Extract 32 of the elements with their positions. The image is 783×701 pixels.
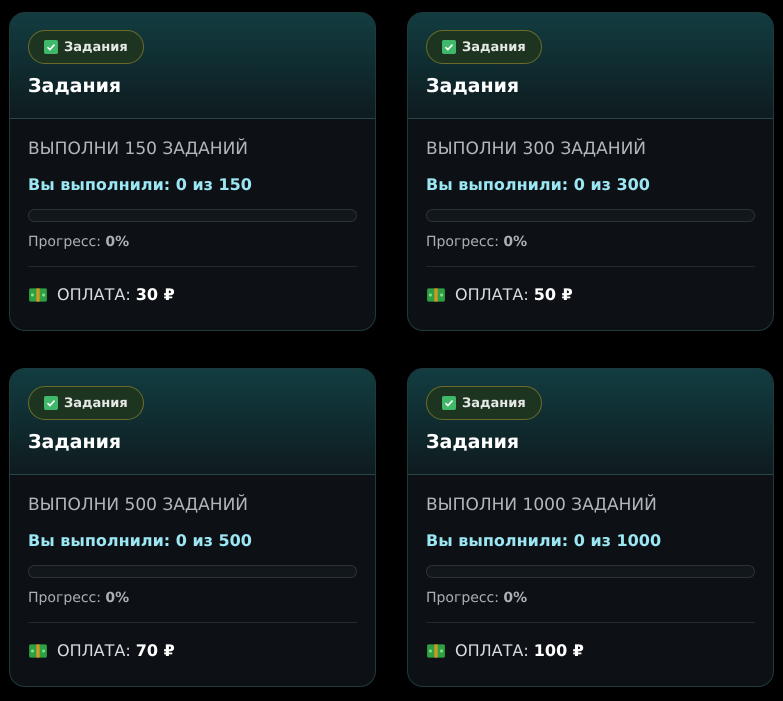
category-badge: Задания xyxy=(426,30,542,64)
check-icon xyxy=(442,40,456,54)
progress-text: Прогресс: 0% xyxy=(28,590,130,606)
category-badge: Задания xyxy=(426,386,542,420)
payment-text: ОПЛАТА: 70 ₽ xyxy=(57,641,175,660)
card-title: Задания xyxy=(426,431,520,453)
progress-text: Прогресс: 0% xyxy=(28,234,130,250)
category-badge: Задания xyxy=(28,386,144,420)
card-title: Задания xyxy=(426,75,520,97)
payment-text: ОПЛАТА: 30 ₽ xyxy=(57,285,175,304)
task-goal: ВЫПОЛНИ 500 ЗАДАНИЙ xyxy=(28,495,250,515)
progress-text: Прогресс: 0% xyxy=(426,590,528,606)
check-icon xyxy=(442,396,456,410)
category-badge: Задания xyxy=(28,30,144,64)
cash-icon xyxy=(426,642,446,658)
check-icon xyxy=(44,396,58,410)
completed-count: Вы выполнили: 0 из 150 xyxy=(28,175,253,194)
cash-icon xyxy=(426,286,446,302)
task-goal: ВЫПОЛНИ 1000 ЗАДАНИЙ xyxy=(426,495,658,515)
cash-icon xyxy=(28,642,48,658)
card-title: Задания xyxy=(28,75,122,97)
completed-count: Вы выполнили: 0 из 1000 xyxy=(426,531,662,550)
task-goal: ВЫПОЛНИ 300 ЗАДАНИЙ xyxy=(426,139,648,159)
completed-count: Вы выполнили: 0 из 300 xyxy=(426,175,651,194)
check-icon xyxy=(44,40,58,54)
completed-count: Вы выполнили: 0 из 500 xyxy=(28,531,253,550)
progress-text: Прогресс: 0% xyxy=(426,234,528,250)
cash-icon xyxy=(28,286,48,302)
task-goal: ВЫПОЛНИ 150 ЗАДАНИЙ xyxy=(28,139,250,159)
payment-text: ОПЛАТА: 100 ₽ xyxy=(455,641,584,660)
card-title: Задания xyxy=(28,431,122,453)
payment-text: ОПЛАТА: 50 ₽ xyxy=(455,285,573,304)
